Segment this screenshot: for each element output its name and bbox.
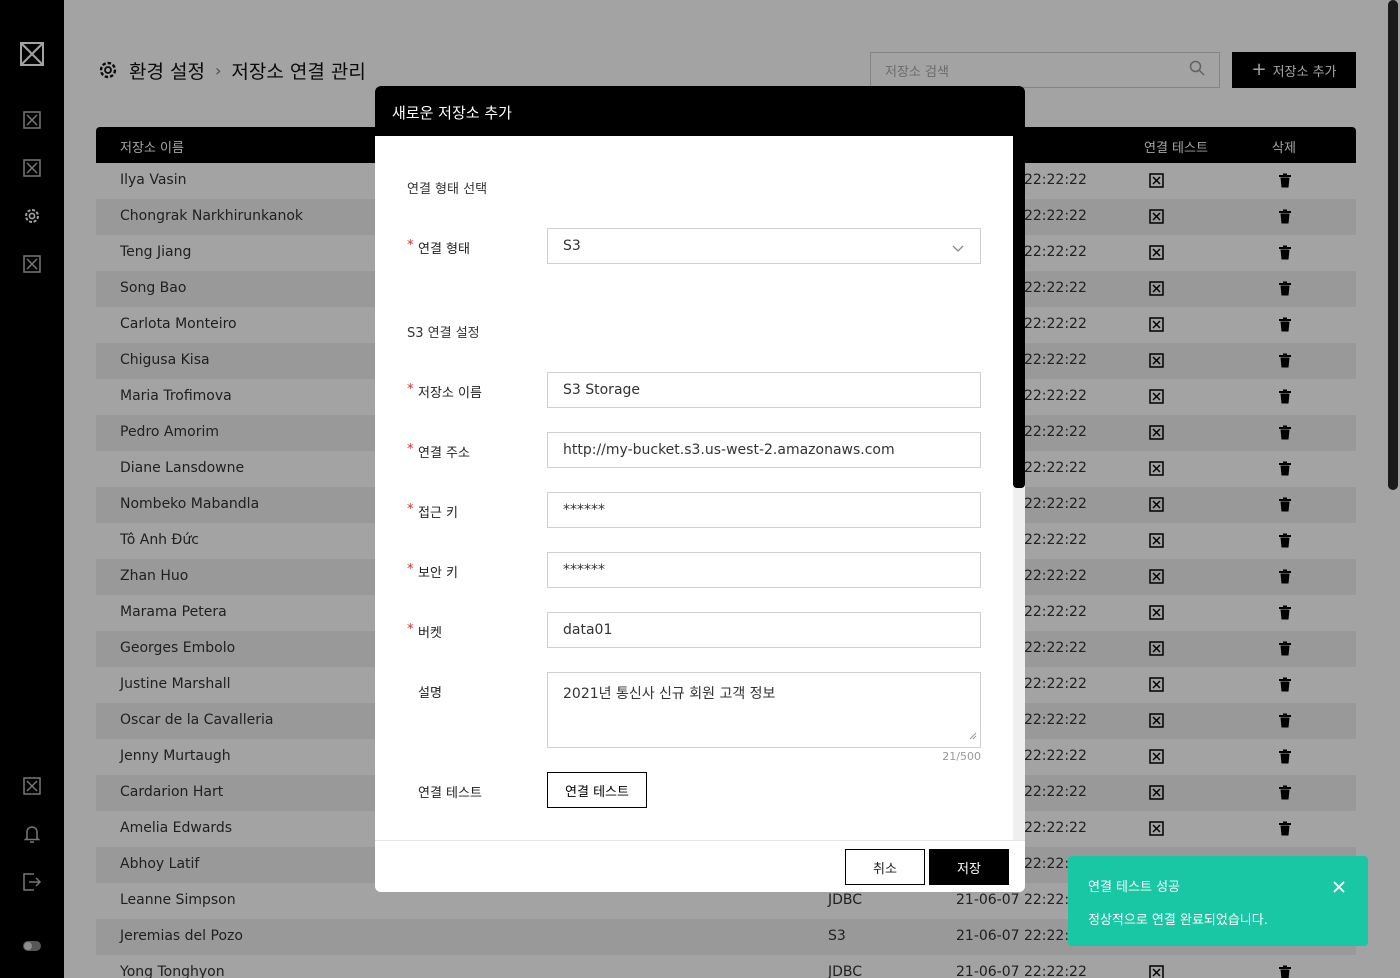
resize-handle-icon[interactable]: [969, 728, 977, 744]
connection-test-button[interactable]: 연결 테스트: [547, 772, 647, 808]
description-counter: 21/500: [942, 750, 981, 763]
field-label-text: 저장소 이름: [418, 386, 482, 401]
field-label-address: * 연결 주소: [407, 442, 470, 461]
field-label-text: 접근 키: [418, 506, 459, 521]
field-label-bucket: * 버켓: [407, 622, 442, 641]
storage-name-value: S3 Storage: [563, 382, 641, 398]
toast-title: 연결 테스트 성공: [1088, 880, 1180, 895]
cancel-button[interactable]: 취소: [845, 849, 925, 885]
required-marker: *: [407, 502, 414, 517]
chevron-down-icon: [952, 241, 964, 257]
close-icon[interactable]: [1332, 879, 1346, 893]
bucket-field[interactable]: data01: [547, 612, 981, 648]
description-textarea[interactable]: 2021년 통신사 신규 회원 고객 정보: [547, 672, 981, 748]
modal-footer: 취소 저장: [375, 840, 1025, 892]
save-button[interactable]: 저장: [929, 849, 1009, 885]
bucket-value: data01: [563, 622, 613, 638]
page-scrollbar[interactable]: [1388, 0, 1398, 490]
secret-key-value: ******: [563, 562, 605, 578]
access-key-value: ******: [563, 502, 605, 518]
add-storage-modal: 새로운 저장소 추가 연결 형태 선택 * 연결 형태 S3 S3 연결 설정 …: [375, 86, 1025, 892]
modal-body: 연결 형태 선택 * 연결 형태 S3 S3 연결 설정 * 저장소 이름 S3…: [375, 136, 1025, 840]
section-title-s3: S3 연결 설정: [407, 326, 480, 341]
section-title-connection-type: 연결 형태 선택: [407, 182, 488, 197]
field-label-text: 연결 형태: [418, 242, 470, 257]
field-label-text: 설명: [418, 686, 442, 701]
required-marker: *: [407, 382, 414, 397]
field-label-description: 설명: [407, 682, 442, 701]
required-marker: *: [407, 238, 414, 253]
field-label-connection-test: 연결 테스트: [407, 782, 482, 801]
access-key-field[interactable]: ******: [547, 492, 981, 528]
modal-scrollbar-thumb[interactable]: [1013, 136, 1025, 488]
connection-type-select[interactable]: S3: [547, 228, 981, 264]
required-marker: *: [407, 622, 414, 637]
storage-name-field[interactable]: S3 Storage: [547, 372, 981, 408]
field-label-text: 보안 키: [418, 566, 459, 581]
address-field[interactable]: http://my-bucket.s3.us-west-2.amazonaws.…: [547, 432, 981, 468]
success-toast: 연결 테스트 성공 정상적으로 연결 완료되었습니다.: [1068, 856, 1368, 946]
field-label-access-key: * 접근 키: [407, 502, 458, 521]
field-label-secret-key: * 보안 키: [407, 562, 458, 581]
toast-message: 정상적으로 연결 완료되었습니다.: [1088, 913, 1268, 928]
field-label-text: 연결 주소: [418, 446, 470, 461]
required-marker: *: [407, 442, 414, 457]
field-label-connection-type: * 연결 형태: [407, 238, 470, 257]
address-value: http://my-bucket.s3.us-west-2.amazonaws.…: [563, 442, 895, 458]
required-marker: *: [407, 562, 414, 577]
field-label-storage-name: * 저장소 이름: [407, 382, 482, 401]
field-label-text: 버켓: [418, 626, 442, 641]
connection-type-value: S3: [563, 238, 581, 254]
secret-key-field[interactable]: ******: [547, 552, 981, 588]
description-value: 2021년 통신사 신규 회원 고객 정보: [563, 686, 776, 702]
modal-title: 새로운 저장소 추가: [375, 86, 1025, 136]
field-label-text: 연결 테스트: [418, 786, 482, 801]
